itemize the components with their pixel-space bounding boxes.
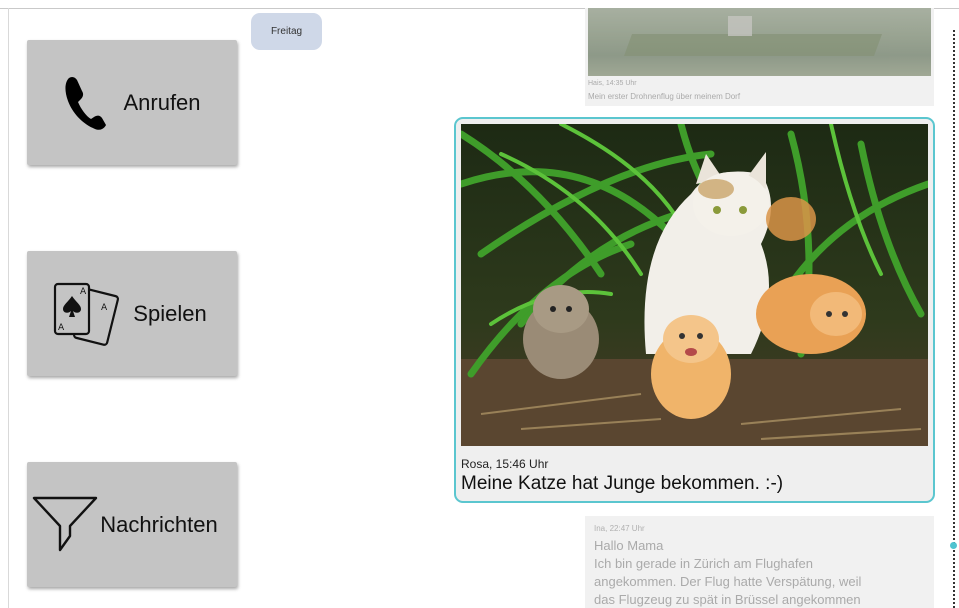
window-left-border	[8, 8, 9, 608]
message-card-drone[interactable]: Hais, 14:35 Uhr Mein erster Drohnenflug …	[585, 8, 934, 106]
play-button-label: Spielen	[133, 300, 207, 326]
message-meta: Ina, 22:47 Uhr	[594, 524, 645, 533]
svg-text:A: A	[101, 303, 108, 313]
messages-button-label: Nachrichten	[100, 511, 218, 537]
svg-text:A: A	[80, 287, 87, 297]
message-line: Ich bin gerade in Zürich am Flughafen	[594, 556, 813, 571]
message-card-cat[interactable]: Rosa, 15:46 Uhr Meine Katze hat Junge be…	[454, 117, 935, 503]
scrollbar-track[interactable]	[953, 30, 955, 608]
message-text: Meine Katze hat Junge bekommen. :-)	[461, 473, 784, 494]
call-button[interactable]: Anrufen	[27, 40, 237, 165]
messages-button[interactable]: Nachrichten	[27, 462, 237, 587]
message-meta: Rosa, 15:46 Uhr	[461, 457, 549, 471]
day-badge: Freitag	[251, 13, 322, 50]
message-line: Hallo Mama	[594, 538, 664, 553]
message-card-text[interactable]: Ina, 22:47 Uhr Hallo Mama Ich bin gerade…	[585, 516, 934, 608]
cat-photo[interactable]	[461, 124, 928, 446]
message-text: Mein erster Drohnenflug über meinem Dorf	[588, 92, 741, 101]
phone-icon	[63, 74, 109, 132]
drone-photo[interactable]	[588, 8, 931, 76]
message-line: das Flugzeug zu spät in Brüssel angekomm…	[594, 592, 861, 607]
filter-icon	[30, 494, 100, 556]
playing-cards-icon: A A A	[49, 278, 123, 350]
message-meta: Hais, 14:35 Uhr	[588, 80, 637, 87]
play-button[interactable]: A A A Spielen	[27, 251, 237, 376]
message-line: angekommen. Der Flug hatte Verspätung, w…	[594, 574, 862, 589]
call-button-label: Anrufen	[123, 89, 201, 115]
scrollbar-thumb[interactable]	[950, 542, 957, 549]
svg-text:A: A	[58, 323, 65, 333]
